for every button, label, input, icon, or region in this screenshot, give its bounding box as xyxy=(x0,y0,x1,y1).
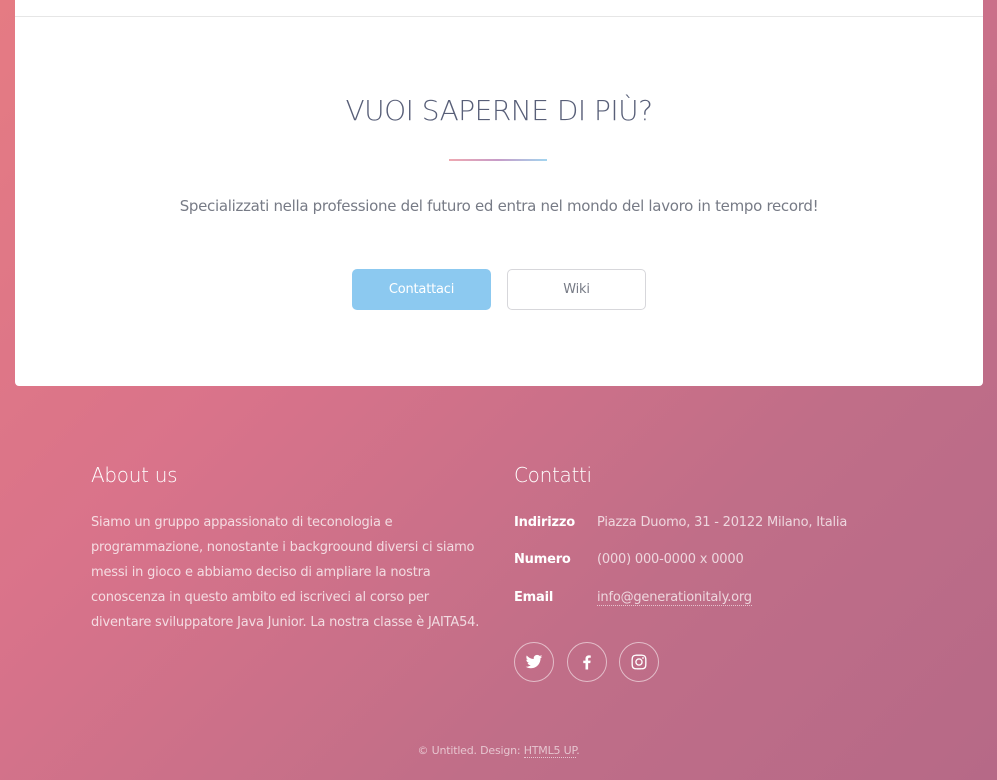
about-section: About us Siamo un gruppo appassionato di… xyxy=(91,463,484,635)
instagram-button[interactable] xyxy=(619,642,659,682)
contacts-section: Contatti Indirizzo Piazza Duomo, 31 - 20… xyxy=(514,463,914,682)
wiki-button[interactable]: Wiki xyxy=(507,269,646,310)
about-title: About us xyxy=(91,463,178,487)
copyright-suffix: . xyxy=(576,744,580,757)
phone-label: Numero xyxy=(514,552,571,567)
email-link[interactable]: info@generationitaly.org xyxy=(597,590,752,606)
contacts-title: Contatti xyxy=(514,463,592,487)
address-value: Piazza Duomo, 31 - 20122 Milano, Italia xyxy=(597,515,848,530)
html5up-link[interactable]: HTML5 UP xyxy=(523,744,576,758)
footer-copyright: © Untitled. Design: HTML5 UP. xyxy=(0,744,997,758)
title-underline xyxy=(449,159,547,161)
twitter-button[interactable] xyxy=(514,642,554,682)
cta-text: Specializzati nella professione del futu… xyxy=(179,197,819,215)
cta-card: VUOI SAPERNE DI PIÙ? Specializzati nella… xyxy=(15,0,983,386)
twitter-icon xyxy=(525,654,543,669)
facebook-button[interactable] xyxy=(567,642,607,682)
contact-button[interactable]: Contattaci xyxy=(352,269,491,310)
address-label: Indirizzo xyxy=(514,515,575,530)
phone-value: (000) 000-0000 x 0000 xyxy=(597,552,744,567)
email-label: Email xyxy=(514,590,554,605)
about-text: Siamo un gruppo appassionato di teconolo… xyxy=(91,515,480,630)
copyright-text: © Untitled. Design: xyxy=(417,744,521,757)
instagram-icon xyxy=(631,654,647,670)
cta-title: VUOI SAPERNE DI PIÙ? xyxy=(345,94,653,127)
facebook-icon xyxy=(583,655,591,670)
card-top-divider xyxy=(15,16,983,17)
